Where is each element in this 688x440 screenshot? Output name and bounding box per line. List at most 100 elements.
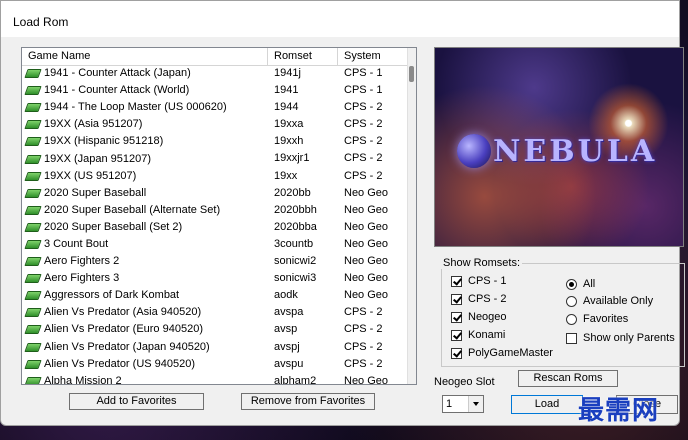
game-name: Aggressors of Dark Kombat [44, 289, 180, 302]
table-row[interactable]: Alien Vs Predator (Euro 940520) avsp CPS -… [22, 321, 410, 338]
romset-cell: 19xxh [274, 135, 304, 148]
rom-cartridge-icon [24, 376, 42, 384]
system-cell: Neo Geo [344, 237, 389, 250]
romset-cell: avspu [274, 357, 304, 370]
system-cell: CPS - 2 [344, 357, 383, 370]
checkbox-box[interactable] [566, 332, 577, 344]
neogeo-slot-select[interactable]: 1 [442, 395, 484, 413]
rom-cartridge-icon [24, 171, 42, 181]
checkbox-box[interactable] [451, 329, 462, 341]
system-cell: CPS - 1 [344, 67, 383, 79]
game-name: 1941 - Counter Attack (World) [44, 84, 190, 97]
table-row[interactable]: Alien Vs Predator (Japan 940520) avspj CPS… [22, 339, 410, 356]
rom-cartridge-icon [24, 308, 42, 318]
table-row[interactable]: Alien Vs Predator (Asia 940520) avspa CPS … [22, 304, 410, 321]
romset-cell: avsp [274, 323, 298, 336]
system-cell: CPS - 2 [344, 135, 383, 148]
game-name: Alpha Mission 2 [44, 374, 122, 385]
checkbox-cps1[interactable]: CPS - 1 [451, 275, 507, 287]
rom-cartridge-icon [24, 274, 42, 284]
game-name-cell: 19XX (Hispanic 951218) [22, 133, 268, 150]
game-name: 1944 - The Loop Master (US 000620) [44, 101, 227, 114]
romset-cell: alpham2 [274, 374, 317, 385]
game-name-cell: 1944 - The Loop Master (US 000620) [22, 99, 268, 116]
table-row[interactable]: 2020 Super Baseball (Set 2) 2020bba Neo Ge… [22, 219, 410, 236]
game-name: 2020 Super Baseball (Set 2) [44, 220, 183, 233]
checkbox-cps2[interactable]: CPS - 2 [451, 293, 507, 305]
game-name: 3 Count Bout [44, 237, 109, 250]
radio-available-only[interactable]: Available Only [566, 295, 653, 307]
game-name-cell: Aero Fighters 3 [22, 270, 268, 287]
game-name-cell: Alien Vs Predator (Japan 940520) [22, 339, 268, 356]
system-cell: Neo Geo [344, 255, 389, 268]
rom-cartridge-icon [24, 325, 42, 335]
system-cell: Neo Geo [344, 186, 389, 199]
table-row[interactable]: 3 Count Bout 3countb Neo Geo [22, 236, 410, 253]
table-row[interactable]: 1941 - Counter Attack (Japan) 1941j CPS - … [22, 65, 410, 82]
rom-cartridge-icon [24, 342, 42, 352]
radio-circle[interactable] [566, 278, 577, 290]
checkbox-polygamemaster[interactable]: PolyGameMaster [451, 347, 553, 359]
checkbox-konami[interactable]: Konami [451, 329, 505, 341]
table-row[interactable]: 19XX (Japan 951207) 19xxjr1 CPS - 2 [22, 150, 410, 167]
radio-label: All [583, 278, 596, 290]
load-rom-dialog: Load Rom Game Name Romset System 1941 - … [0, 0, 685, 426]
radio-circle[interactable] [566, 295, 577, 307]
add-to-favorites-button[interactable]: Add to Favorites [69, 393, 204, 410]
chevron-down-icon[interactable] [468, 396, 483, 412]
checkbox-label: CPS - 1 [468, 275, 507, 287]
list-scrollbar[interactable] [407, 48, 416, 384]
table-row[interactable]: Aero Fighters 2 sonicwi2 Neo Geo [22, 253, 410, 270]
title-bar[interactable]: Load Rom [1, 1, 679, 37]
table-row[interactable]: 1944 - The Loop Master (US 000620) 1944 CP… [22, 99, 410, 116]
romset-cell: avspj [274, 340, 300, 353]
table-row[interactable]: Alien Vs Predator (US 940520) avspu CPS - … [22, 356, 410, 373]
table-row[interactable]: Aggressors of Dark Kombat aodk Neo Geo [22, 287, 410, 304]
table-row[interactable]: 2020 Super Baseball 2020bb Neo Geo [22, 185, 410, 202]
checkbox-label: Neogeo [468, 311, 507, 323]
system-cell: CPS - 2 [344, 340, 383, 353]
table-row[interactable]: 19XX (Hispanic 951218) 19xxh CPS - 2 [22, 133, 410, 150]
game-name-cell: Aero Fighters 2 [22, 253, 268, 270]
system-cell: CPS - 2 [344, 152, 383, 165]
romset-cell: 2020bba [274, 220, 317, 233]
column-game-name[interactable]: Game Name [22, 48, 268, 65]
romset-cell: sonicwi3 [274, 272, 317, 285]
logo-orb-icon [457, 134, 491, 168]
radio-circle[interactable] [566, 313, 577, 325]
game-name: 19XX (Japan 951207) [44, 152, 152, 165]
table-row[interactable]: Alpha Mission 2 alpham2 Neo Geo [22, 373, 410, 385]
romset-cell: 1941j [274, 67, 301, 79]
game-name-cell: Aggressors of Dark Kombat [22, 287, 268, 304]
checkbox-box[interactable] [451, 347, 462, 359]
table-row[interactable]: 19XX (Asia 951207) 19xxa CPS - 2 [22, 116, 410, 133]
column-romset[interactable]: Romset [268, 48, 338, 65]
game-name-cell: 19XX (Japan 951207) [22, 150, 268, 167]
radio-all[interactable]: All [566, 278, 595, 290]
load-button[interactable]: Load [511, 395, 583, 414]
table-row[interactable]: 2020 Super Baseball (Alternate Set) 2020b… [22, 202, 410, 219]
checkbox-box[interactable] [451, 293, 462, 305]
checkbox-box[interactable] [451, 311, 462, 323]
rom-cartridge-icon [24, 291, 42, 301]
romset-cell: 19xxjr1 [274, 152, 310, 165]
list-header: Game Name Romset System [22, 48, 410, 66]
table-row[interactable]: Aero Fighters 3 sonicwi3 Neo Geo [22, 270, 410, 287]
radio-favorites[interactable]: Favorites [566, 313, 628, 325]
rom-list[interactable]: Game Name Romset System 1941 - Counter A… [21, 47, 417, 385]
system-cell: CPS - 1 [344, 84, 383, 97]
checkbox-neogeo[interactable]: Neogeo [451, 311, 507, 323]
table-row[interactable]: 19XX (US 951207) 19xx CPS - 2 [22, 168, 410, 185]
rom-cartridge-icon [24, 359, 42, 369]
column-system[interactable]: System [338, 48, 408, 65]
remove-from-favorites-button[interactable]: Remove from Favorites [241, 393, 375, 410]
table-row[interactable]: 1941 - Counter Attack (World) 1941 CPS - 1 [22, 82, 410, 99]
rom-cartridge-icon [24, 239, 42, 249]
rescan-roms-button[interactable]: Rescan Roms [518, 370, 618, 387]
system-cell: Neo Geo [344, 374, 389, 385]
checkbox-box[interactable] [451, 275, 462, 287]
scrollbar-thumb[interactable] [409, 66, 414, 82]
checkbox-show-only-parents[interactable]: Show only Parents [566, 332, 675, 344]
romset-cell: 1941 [274, 84, 299, 97]
game-name-cell: 2020 Super Baseball (Alternate Set) [22, 202, 268, 219]
